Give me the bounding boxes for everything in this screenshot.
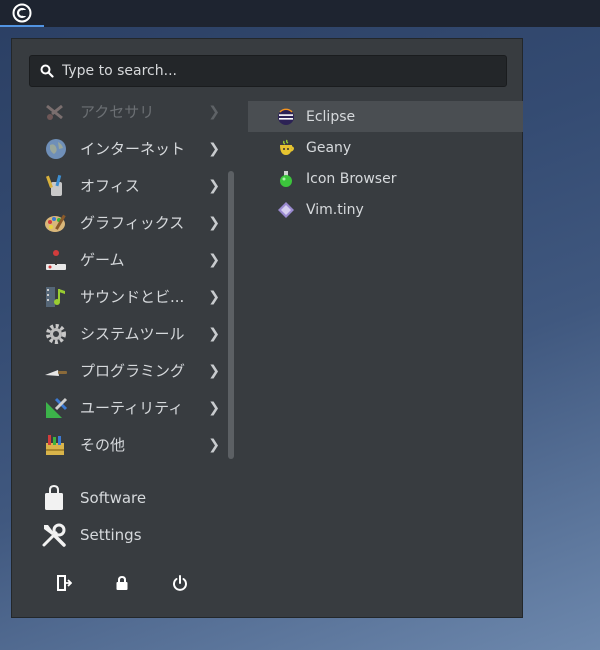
app-item-eclipse[interactable]: Eclipse <box>248 101 523 132</box>
globe-icon <box>43 136 69 162</box>
category-label: ゲーム <box>80 251 125 269</box>
other-icon <box>43 432 69 458</box>
utilities-icon <box>43 395 69 421</box>
palette-icon <box>43 210 69 236</box>
app-item-geany[interactable]: Geany <box>248 132 523 163</box>
lock-button[interactable] <box>114 571 172 595</box>
category-scrollbar[interactable] <box>228 171 234 459</box>
eclipse-icon <box>276 107 296 127</box>
places-list: Software Settings <box>40 479 146 553</box>
category-label: サウンドとビ... <box>80 288 185 306</box>
chevron-right-icon: ❯ <box>208 251 220 268</box>
geany-icon <box>276 138 296 158</box>
app-item-icon-browser[interactable]: Icon Browser <box>248 163 523 194</box>
search-input[interactable] <box>60 62 484 80</box>
category-system-tools[interactable]: システムツール ❯ <box>40 315 220 352</box>
vim-icon <box>276 200 296 220</box>
app-label: Eclipse <box>306 108 356 125</box>
software-button[interactable]: Software <box>40 479 146 516</box>
trowel-icon <box>43 358 69 384</box>
power-button[interactable] <box>172 571 230 595</box>
app-label: Icon Browser <box>306 170 397 187</box>
chevron-right-icon: ❯ <box>208 436 220 453</box>
category-other[interactable]: その他 ❯ <box>40 426 220 463</box>
app-item-vim-tiny[interactable]: Vim.tiny <box>248 194 523 225</box>
search-icon <box>40 64 54 78</box>
settings-button[interactable]: Settings <box>40 516 146 553</box>
category-graphics[interactable]: グラフィックス ❯ <box>40 204 220 241</box>
chevron-right-icon: ❯ <box>208 288 220 305</box>
category-internet[interactable]: インターネット ❯ <box>40 130 220 167</box>
category-office[interactable]: オフィス ❯ <box>40 167 220 204</box>
app-label: Geany <box>306 139 352 156</box>
category-label: プログラミング <box>80 362 186 380</box>
office-icon <box>43 173 69 199</box>
chevron-right-icon: ❯ <box>208 177 220 194</box>
flask-icon <box>276 169 296 189</box>
application-menu: アクセサリ ❯ インターネット ❯ オフィス ❯ グラフィックス ❯ <box>11 38 523 618</box>
chevron-right-icon: ❯ <box>208 325 220 342</box>
top-panel <box>0 0 600 27</box>
chevron-right-icon: ❯ <box>208 362 220 379</box>
chevron-right-icon: ❯ <box>208 103 220 120</box>
lock-icon <box>116 575 128 590</box>
power-icon <box>173 575 187 591</box>
category-label: オフィス <box>80 177 140 195</box>
chevron-right-icon: ❯ <box>208 140 220 157</box>
shopping-bag-icon <box>40 484 68 512</box>
settings-label: Settings <box>80 525 142 544</box>
category-list: アクセサリ ❯ インターネット ❯ オフィス ❯ グラフィックス ❯ ゲーム ❯… <box>40 93 220 463</box>
accessories-icon <box>43 99 69 125</box>
logout-button[interactable] <box>56 571 114 595</box>
category-label: グラフィックス <box>80 214 185 232</box>
chevron-right-icon: ❯ <box>208 214 220 231</box>
category-label: インターネット <box>80 140 186 158</box>
app-list: Eclipse Geany Icon Browser Vim.tiny <box>248 101 523 225</box>
category-games[interactable]: ゲーム ❯ <box>40 241 220 278</box>
session-buttons <box>56 571 230 595</box>
joystick-icon <box>43 247 69 273</box>
chevron-right-icon: ❯ <box>208 399 220 416</box>
category-label: ユーティリティ <box>80 399 184 417</box>
multimedia-icon <box>43 284 69 310</box>
app-label: Vim.tiny <box>306 201 364 218</box>
debian-logo-icon <box>12 3 32 22</box>
category-accessories: アクセサリ ❯ <box>40 93 220 130</box>
logout-icon <box>57 575 72 591</box>
category-label: アクセサリ <box>80 103 155 121</box>
category-utilities[interactable]: ユーティリティ ❯ <box>40 389 220 426</box>
software-label: Software <box>80 488 147 507</box>
category-multimedia[interactable]: サウンドとビ... ❯ <box>40 278 220 315</box>
category-label: システムツール <box>80 325 185 343</box>
applications-menu-button[interactable] <box>0 0 44 27</box>
search-box[interactable] <box>29 55 507 87</box>
category-programming[interactable]: プログラミング ❯ <box>40 352 220 389</box>
gear-icon <box>43 321 69 347</box>
wrench-screwdriver-icon <box>40 521 68 549</box>
category-label: その他 <box>80 436 126 454</box>
